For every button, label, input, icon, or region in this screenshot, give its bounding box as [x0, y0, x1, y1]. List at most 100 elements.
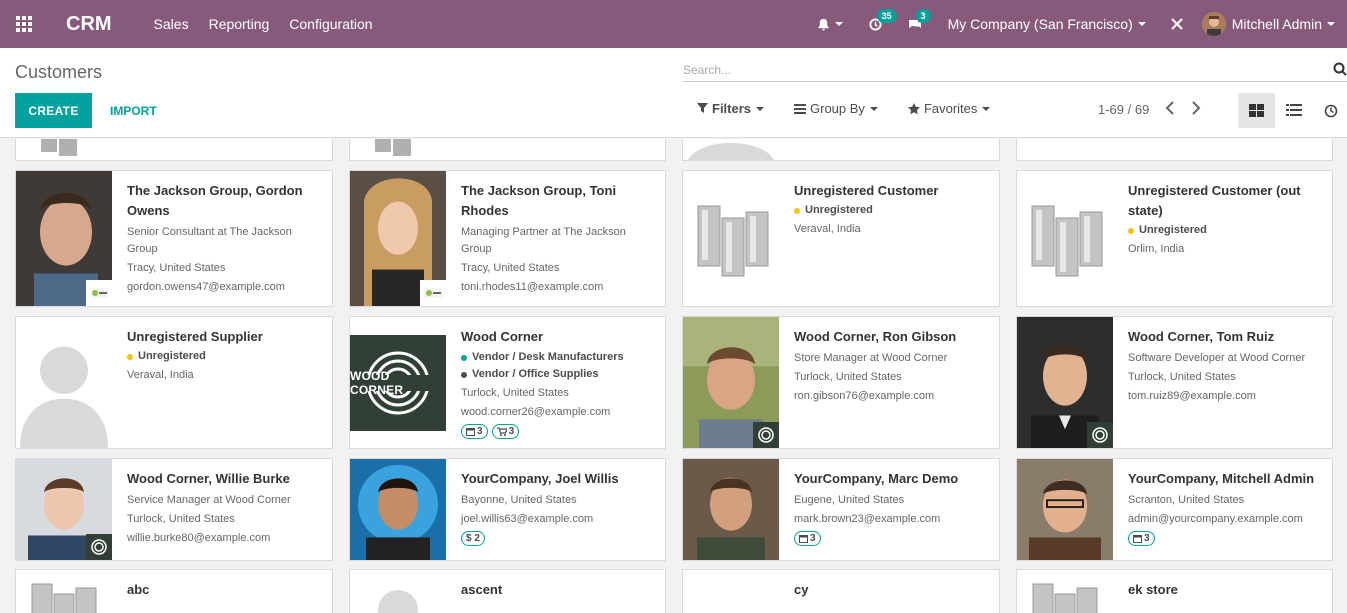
pager-next-icon[interactable]: [1191, 101, 1201, 118]
contact-email: joel.willis63@example.com: [461, 513, 594, 525]
kanban-card[interactable]: ek store: [1016, 569, 1333, 613]
meetings-pill[interactable]: 3: [794, 531, 821, 546]
search-bar: [683, 60, 1347, 82]
kanban-card[interactable]: Unregistered Customer (out state) Unregi…: [1016, 170, 1333, 307]
contact-name: ascent: [461, 582, 503, 597]
contact-name: YourCompany, Joel Willis: [461, 471, 619, 486]
pager: 1-69 / 69: [1098, 101, 1201, 118]
contact-name: YourCompany, Marc Demo: [794, 471, 959, 486]
contact-email: wood.corner26@example.com: [461, 406, 611, 418]
list-view-icon[interactable]: [1275, 93, 1312, 128]
contact-name: cy: [794, 582, 809, 597]
kanban-card[interactable]: Wood Corner, Ron Gibson Store Manager at…: [682, 316, 1000, 449]
category-tag: Unregistered: [127, 349, 324, 364]
wood-corner-logo-text: WOOD CORNER: [350, 368, 404, 397]
company-building-icon: [350, 139, 446, 160]
person-placeholder-icon: [350, 570, 446, 613]
menu-sales[interactable]: Sales: [154, 16, 189, 32]
view-switcher: [1238, 93, 1347, 128]
purchases-pill[interactable]: 3: [491, 424, 520, 439]
search-options: Filters Group By Favorites: [697, 101, 1020, 116]
debug-tools-icon[interactable]: [1170, 17, 1184, 31]
contact-photo: [350, 171, 446, 306]
create-button[interactable]: CREATE: [15, 93, 92, 128]
company-switcher[interactable]: My Company (San Francisco): [948, 16, 1146, 32]
kanban-card[interactable]: [15, 139, 333, 161]
import-button[interactable]: IMPORT: [110, 93, 157, 128]
company-logo-icon: [1087, 422, 1113, 448]
contact-location: Bayonne, United States: [461, 494, 577, 506]
kanban-card[interactable]: [682, 139, 1000, 161]
favorites-dropdown[interactable]: Favorites: [907, 101, 991, 116]
message-count-badge: 3: [915, 8, 931, 23]
company-logo-icon: [86, 280, 112, 306]
kanban-card[interactable]: [1016, 139, 1333, 161]
kanban-card[interactable]: YourCompany, Joel Willis Bayonne, United…: [349, 458, 666, 561]
contact-location: Tracy, United States: [127, 262, 226, 274]
contact-location: Eugene, United States: [794, 494, 905, 506]
kanban-card[interactable]: [349, 139, 666, 161]
kanban-view-icon[interactable]: [1238, 93, 1275, 128]
search-input[interactable]: [683, 60, 1323, 80]
kanban-card[interactable]: WOOD CORNER Wood Corner Vendor / Desk Ma…: [349, 316, 666, 449]
invoiced-pill[interactable]: $ 2: [461, 531, 485, 546]
pager-previous-icon[interactable]: [1165, 101, 1175, 118]
contact-location: Turlock, United States: [1128, 371, 1236, 383]
contact-name: Wood Corner: [461, 329, 544, 344]
kanban-card[interactable]: YourCompany, Mitchell Admin Scranton, Un…: [1016, 458, 1333, 561]
contact-email: admin@yourcompany.example.com: [1128, 513, 1303, 525]
contact-job: Managing Partner at The Jackson Group: [461, 226, 626, 255]
company-logo-icon: [420, 280, 446, 306]
kanban-card[interactable]: YourCompany, Marc Demo Eugene, United St…: [682, 458, 1000, 561]
filters-dropdown[interactable]: Filters: [697, 101, 765, 116]
contact-name: abc: [127, 582, 150, 597]
kanban-card[interactable]: ascent: [349, 569, 666, 613]
kanban-view: The Jackson Group, Gordon Owens Senior C…: [0, 139, 1347, 613]
kanban-card[interactable]: The Jackson Group, Gordon Owens Senior C…: [15, 170, 333, 307]
company-logo-icon: [86, 534, 112, 560]
activity-view-icon[interactable]: [1312, 93, 1347, 128]
groupby-dropdown[interactable]: Group By: [794, 101, 878, 116]
kanban-card[interactable]: abc: [15, 569, 333, 613]
page-title: Customers: [15, 62, 103, 82]
meetings-pill[interactable]: 3: [461, 424, 488, 439]
app-brand[interactable]: CRM: [66, 13, 112, 36]
contact-job: Senior Consultant at The Jackson Group: [127, 226, 292, 255]
groupby-label: Group By: [810, 101, 865, 116]
kanban-card[interactable]: The Jackson Group, Toni Rhodes Managing …: [349, 170, 666, 307]
contact-name: Wood Corner, Ron Gibson: [794, 329, 957, 344]
kanban-card[interactable]: Unregistered Supplier Unregistered Verav…: [15, 316, 333, 449]
contact-name: The Jackson Group, Toni Rhodes: [461, 183, 617, 218]
company-logo-image: WOOD CORNER: [350, 317, 446, 448]
category-tag: Unregistered: [794, 203, 991, 218]
contact-location: Scranton, United States: [1128, 494, 1245, 506]
menu-configuration[interactable]: Configuration: [289, 16, 372, 32]
contact-name: YourCompany, Mitchell Admin: [1128, 471, 1315, 486]
control-panel: Customers CREATE IMPORT Filters Group By…: [0, 48, 1347, 138]
company-building-icon: [1017, 570, 1113, 613]
kanban-card[interactable]: cy: [682, 569, 1000, 613]
contact-name: The Jackson Group, Gordon Owens: [127, 183, 303, 218]
contact-location: Turlock, United States: [794, 371, 902, 383]
contact-name: Wood Corner, Willie Burke: [127, 471, 290, 486]
activity-count-badge: 35: [876, 8, 897, 23]
category-tag: Unregistered: [1128, 223, 1324, 238]
kanban-card[interactable]: Wood Corner, Willie Burke Service Manage…: [15, 458, 333, 561]
company-logo-icon: [753, 422, 779, 448]
search-icon[interactable]: [1333, 62, 1347, 79]
kanban-card[interactable]: Wood Corner, Tom Ruiz Software Developer…: [1016, 316, 1333, 449]
meetings-pill[interactable]: 3: [1128, 531, 1155, 546]
kanban-card[interactable]: Unregistered Customer Unregistered Verav…: [682, 170, 1000, 307]
user-menu[interactable]: Mitchell Admin: [1201, 12, 1335, 36]
bell-icon[interactable]: [817, 18, 843, 31]
chat-bubble-icon[interactable]: 3: [908, 8, 931, 31]
pager-value[interactable]: 1-69 / 69: [1098, 102, 1149, 117]
menu-reporting[interactable]: Reporting: [209, 16, 270, 32]
star-icon: [907, 102, 920, 114]
activity-clock-icon[interactable]: 35: [869, 8, 897, 31]
contact-name: Unregistered Supplier: [127, 329, 263, 344]
company-building-icon: [1017, 171, 1113, 306]
apps-menu-icon[interactable]: [0, 0, 48, 48]
contact-email: ron.gibson76@example.com: [794, 390, 935, 402]
contact-photo: [16, 459, 112, 560]
